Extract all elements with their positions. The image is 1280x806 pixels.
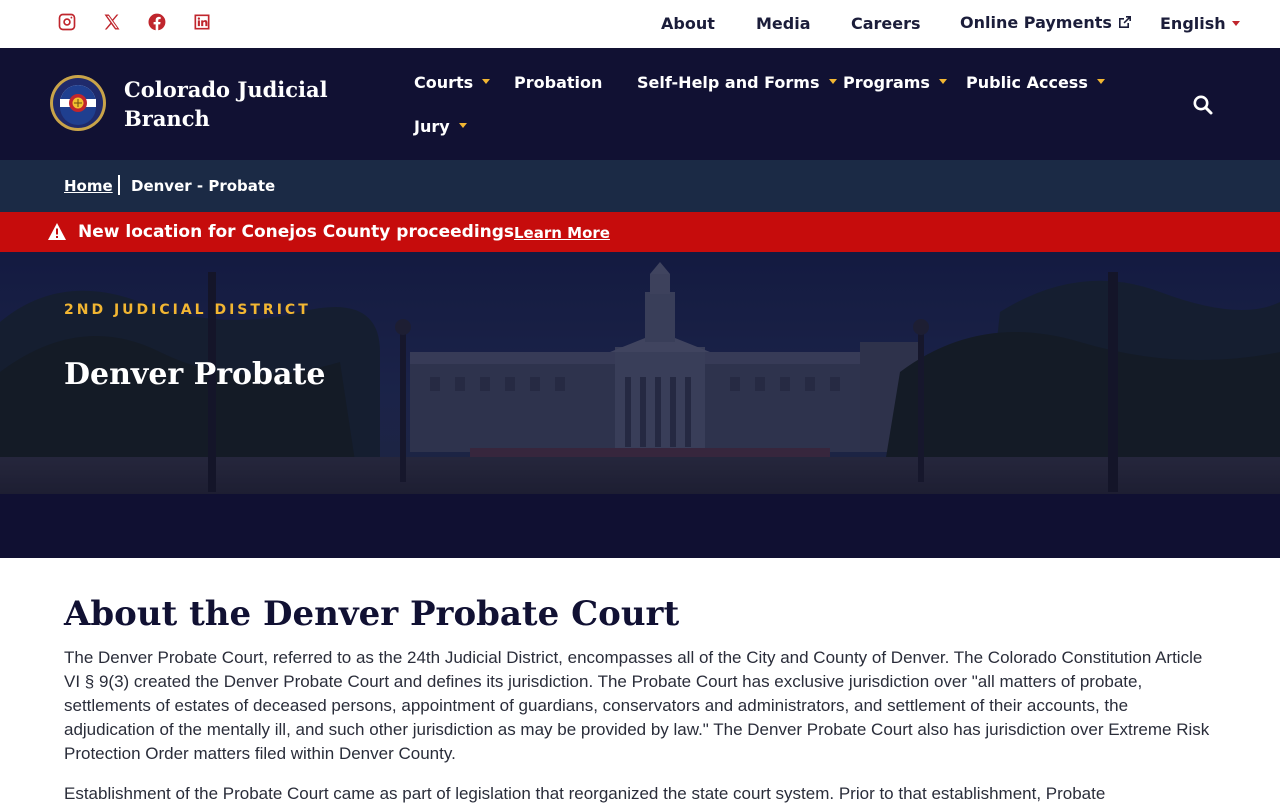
breadcrumb-home-link[interactable]: Home	[64, 177, 113, 195]
nav-public-access-label: Public Access	[966, 73, 1088, 92]
media-link[interactable]: Media	[756, 14, 811, 33]
breadcrumb-current: Denver - Probate	[131, 177, 276, 195]
chevron-down-icon	[1231, 21, 1240, 26]
linkedin-icon[interactable]	[192, 12, 212, 34]
online-payments-label: Online Payments	[960, 13, 1112, 32]
alert-message: New location for Conejos County proceedi…	[78, 222, 515, 242]
about-link[interactable]: About	[661, 14, 715, 33]
alert-learn-more-link[interactable]: Learn More	[514, 224, 610, 242]
main-content: About the Denver Probate Court The Denve…	[0, 558, 1280, 803]
section-heading: About the Denver Probate Court	[64, 594, 680, 634]
nav-self-help-label: Self-Help and Forms	[637, 73, 820, 92]
main-header: Colorado Judicial Branch Courts Probatio…	[0, 48, 1280, 160]
hero-banner: 2ND JUDICIAL DISTRICT Denver Probate	[0, 252, 1280, 558]
language-label: English	[1160, 14, 1226, 33]
chevron-down-icon	[828, 79, 837, 84]
nav-public-access[interactable]: Public Access	[966, 73, 1105, 92]
breadcrumb-separator	[118, 175, 120, 195]
online-payments-link[interactable]: Online Payments	[960, 13, 1132, 32]
nav-jury-label: Jury	[414, 117, 450, 136]
chevron-down-icon	[938, 79, 947, 84]
alert-banner: New location for Conejos County proceedi…	[0, 212, 1280, 252]
instagram-icon[interactable]	[57, 12, 77, 34]
nav-programs-label: Programs	[843, 73, 930, 92]
nav-programs[interactable]: Programs	[843, 73, 947, 92]
nav-jury[interactable]: Jury	[414, 117, 467, 136]
x-icon[interactable]	[102, 12, 122, 34]
page-title: Denver Probate	[64, 357, 326, 392]
nav-self-help[interactable]: Self-Help and Forms	[637, 73, 837, 92]
chevron-down-icon	[482, 79, 491, 84]
facebook-icon[interactable]	[147, 12, 167, 34]
chevron-down-icon	[1096, 79, 1105, 84]
chevron-down-icon	[458, 123, 467, 128]
district-label: 2ND JUDICIAL DISTRICT	[64, 302, 311, 318]
social-links	[57, 12, 237, 34]
careers-link[interactable]: Careers	[851, 14, 921, 33]
language-selector[interactable]: English	[1160, 14, 1240, 33]
nav-courts[interactable]: Courts	[414, 73, 491, 92]
external-link-icon	[1118, 16, 1131, 28]
breadcrumb: Home Denver - Probate	[0, 160, 1280, 212]
utility-bar: About Media Careers Online Payments Engl…	[0, 0, 1280, 48]
colorado-courts-seal-logo[interactable]	[49, 74, 107, 132]
warning-icon	[48, 223, 66, 240]
nav-probation[interactable]: Probation	[514, 73, 602, 92]
intro-paragraph: The Denver Probate Court, referred to as…	[64, 648, 1210, 763]
search-icon[interactable]	[1192, 94, 1214, 116]
nav-courts-label: Courts	[414, 73, 474, 92]
history-paragraph: Establishment of the Probate Court came …	[64, 784, 1106, 803]
brand-name[interactable]: Colorado Judicial Branch	[124, 75, 344, 133]
